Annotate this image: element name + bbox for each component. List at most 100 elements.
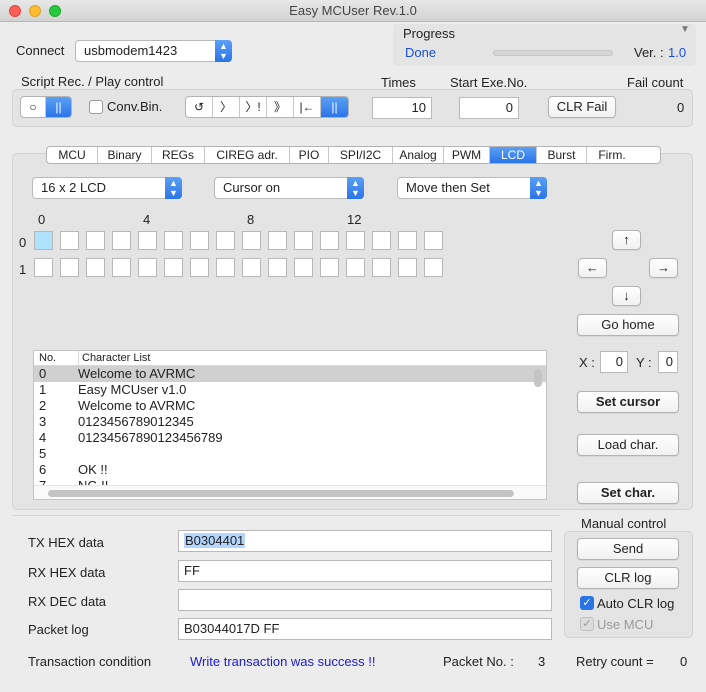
- zoom-button[interactable]: [49, 5, 61, 17]
- lcd-cell[interactable]: [86, 258, 105, 277]
- list-item[interactable]: 5: [34, 446, 546, 462]
- y-field[interactable]: 0: [658, 351, 678, 373]
- lcd-cell[interactable]: [320, 258, 339, 277]
- lcd-cell[interactable]: [320, 231, 339, 250]
- list-item[interactable]: 6 OK !!: [34, 462, 546, 478]
- chevron-updown-icon: ▲ ▼: [215, 40, 232, 62]
- tab-burst[interactable]: Burst: [537, 147, 587, 163]
- lcd-cell[interactable]: [34, 231, 53, 250]
- conv-bin-checkbox[interactable]: [89, 100, 103, 114]
- send-button[interactable]: Send: [577, 538, 679, 560]
- arrow-left-button[interactable]: ←: [578, 258, 607, 278]
- tab-pio[interactable]: PIO: [290, 147, 329, 163]
- tab-spi-i2c[interactable]: SPI/I2C: [329, 147, 393, 163]
- lcd-cell[interactable]: [372, 231, 391, 250]
- tab-bar[interactable]: MCU Binary REGs CIREG adr. PIO SPI/I2C A…: [46, 146, 661, 164]
- tab-pwm[interactable]: PWM: [444, 147, 490, 163]
- list-item-no: 1: [39, 382, 47, 397]
- lcd-cell[interactable]: [294, 258, 313, 277]
- character-list[interactable]: No. Character List 0 Welcome to AVRMC 1 Eas…: [33, 350, 547, 500]
- lcd-cell[interactable]: [346, 231, 365, 250]
- chevron-updown-icon: ▲ ▼: [165, 177, 182, 199]
- repeat-icon[interactable]: ↺: [186, 97, 213, 117]
- clr-log-button[interactable]: CLR log: [577, 567, 679, 589]
- start-exe-field[interactable]: 0: [459, 97, 519, 119]
- auto-clr-checkbox[interactable]: ✓: [580, 596, 594, 610]
- lcd-cell[interactable]: [164, 231, 183, 250]
- version-value: 1.0: [668, 45, 687, 60]
- lcd-cell[interactable]: [242, 258, 261, 277]
- arrow-right-button[interactable]: →: [649, 258, 678, 278]
- step-break-icon[interactable]: 〉!: [240, 97, 267, 117]
- lcd-cell[interactable]: [242, 231, 261, 250]
- mode-select[interactable]: Move then Set ▲ ▼: [397, 177, 547, 199]
- lcd-cell[interactable]: [268, 258, 287, 277]
- rec-toggle[interactable]: ○ ||: [20, 96, 72, 118]
- tab-binary[interactable]: Binary: [98, 147, 152, 163]
- rx-dec-field[interactable]: [178, 589, 552, 611]
- list-item[interactable]: 1 Easy MCUser v1.0: [34, 382, 546, 398]
- step-icon[interactable]: 〉: [213, 97, 240, 117]
- lcd-cell[interactable]: [346, 258, 365, 277]
- disclosure-triangle-icon[interactable]: ▼: [680, 24, 690, 35]
- lcd-cell[interactable]: [294, 231, 313, 250]
- tab-lcd[interactable]: LCD: [490, 147, 537, 163]
- x-field[interactable]: 0: [600, 351, 628, 373]
- tab-regs[interactable]: REGs: [152, 147, 205, 163]
- cursor-select[interactable]: Cursor on ▲ ▼: [214, 177, 364, 199]
- lcd-cell[interactable]: [138, 258, 157, 277]
- tab-mcu[interactable]: MCU: [47, 147, 98, 163]
- lcd-cell[interactable]: [138, 231, 157, 250]
- lcd-cell[interactable]: [86, 231, 105, 250]
- lcd-cell[interactable]: [60, 258, 79, 277]
- load-char-button[interactable]: Load char.: [577, 434, 679, 456]
- rx-hex-field[interactable]: FF: [178, 560, 552, 582]
- lcd-size-select[interactable]: 16 x 2 LCD ▲ ▼: [32, 177, 182, 199]
- clr-fail-button[interactable]: CLR Fail: [548, 96, 616, 118]
- list-item[interactable]: 2 Welcome to AVRMC: [34, 398, 546, 414]
- arrow-down-button[interactable]: ↓: [612, 286, 641, 306]
- lcd-cell[interactable]: [424, 231, 443, 250]
- play-all-icon[interactable]: 》: [267, 97, 294, 117]
- lcd-cell[interactable]: [164, 258, 183, 277]
- tx-hex-field[interactable]: B0304401: [178, 530, 552, 552]
- times-field[interactable]: 10: [372, 97, 432, 119]
- lcd-cell[interactable]: [268, 231, 287, 250]
- lcd-cell[interactable]: [398, 231, 417, 250]
- record-icon[interactable]: ○: [21, 97, 46, 117]
- close-button[interactable]: [9, 5, 21, 17]
- lcd-cell[interactable]: [112, 258, 131, 277]
- lcd-cell[interactable]: [190, 231, 209, 250]
- minimize-button[interactable]: [29, 5, 41, 17]
- times-label: Times: [381, 75, 416, 90]
- vertical-scrollbar[interactable]: [534, 369, 542, 387]
- play-controls[interactable]: ↺ 〉 〉! 》 |← ||: [185, 96, 349, 118]
- list-item[interactable]: 0 Welcome to AVRMC: [34, 366, 546, 382]
- rewind-icon[interactable]: |←: [294, 97, 321, 117]
- tab-cireg-adr[interactable]: CIREG adr.: [205, 147, 290, 163]
- lcd-cell[interactable]: [190, 258, 209, 277]
- packet-log-field[interactable]: B03044017D FF: [178, 618, 552, 640]
- port-select[interactable]: usbmodem1423 ▲ ▼: [75, 40, 232, 62]
- lcd-cell[interactable]: [112, 231, 131, 250]
- lcd-cell[interactable]: [34, 258, 53, 277]
- pause-play-icon[interactable]: ||: [321, 97, 348, 117]
- lcd-cell[interactable]: [60, 231, 79, 250]
- lcd-cell[interactable]: [216, 231, 235, 250]
- chevron-updown-icon: ▲ ▼: [530, 177, 547, 199]
- set-char-button[interactable]: Set char.: [577, 482, 679, 504]
- list-item[interactable]: 4 01234567890123456789: [34, 430, 546, 446]
- lcd-cell[interactable]: [216, 258, 235, 277]
- lcd-cell[interactable]: [398, 258, 417, 277]
- go-home-button[interactable]: Go home: [577, 314, 679, 336]
- list-item[interactable]: 3 0123456789012345: [34, 414, 546, 430]
- lcd-cell[interactable]: [424, 258, 443, 277]
- set-cursor-button[interactable]: Set cursor: [577, 391, 679, 413]
- pause-icon[interactable]: ||: [46, 97, 71, 117]
- retry-count-value: 0: [680, 654, 688, 669]
- tab-analog[interactable]: Analog: [393, 147, 444, 163]
- lcd-cell[interactable]: [372, 258, 391, 277]
- tab-firm[interactable]: Firm.: [587, 147, 637, 163]
- arrow-up-button[interactable]: ↑: [612, 230, 641, 250]
- horizontal-scrollbar[interactable]: [48, 490, 514, 497]
